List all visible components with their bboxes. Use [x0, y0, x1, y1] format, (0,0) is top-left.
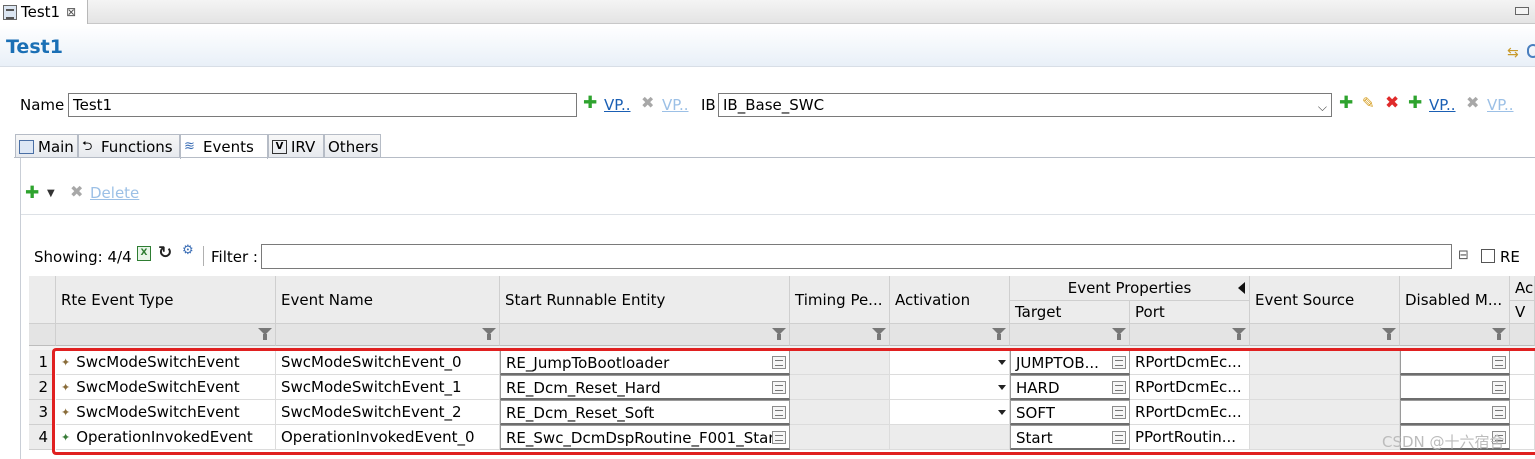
tab-others-label: Others	[328, 137, 379, 156]
sync-icon[interactable]: ⇆	[1507, 45, 1521, 61]
filter-cell-activation[interactable]	[890, 324, 1010, 346]
tab-irv[interactable]: V IRV	[268, 134, 324, 158]
filter-cell-disabled[interactable]	[1400, 324, 1510, 346]
vp-link-4: VP..	[1487, 96, 1514, 114]
col-event-source[interactable]: Event Source	[1250, 276, 1400, 324]
filter-funnel-icon[interactable]	[872, 328, 886, 341]
remove-vp-icon: ✖	[641, 93, 655, 112]
editor-tab-test1[interactable]: Test1 ⊠	[0, 0, 88, 24]
editor-tab-strip	[0, 0, 1535, 24]
ib-label: IB	[701, 96, 716, 114]
filter-funnel-icon[interactable]	[1112, 328, 1126, 341]
ib-select[interactable]: IB_Base_SWC ⌵	[718, 93, 1332, 117]
add-vp-ib-icon[interactable]: ✚	[1408, 93, 1422, 113]
functions-icon: ⮌	[82, 138, 93, 154]
vp-link-3[interactable]: VP..	[1429, 96, 1456, 114]
clear-filter-icon[interactable]: ⊟	[1458, 248, 1474, 264]
chevron-down-icon[interactable]: ⌵	[1318, 98, 1327, 116]
toolbar-separator	[203, 246, 204, 266]
tab-irv-label: IRV	[291, 137, 316, 156]
vp-link-2: VP..	[662, 96, 689, 114]
filter-cell-target[interactable]	[1010, 324, 1130, 346]
col-extra-bottom[interactable]: V	[1510, 301, 1535, 324]
filter-cell-extra	[1510, 324, 1535, 346]
row-number-header	[29, 276, 56, 324]
filter-input[interactable]	[261, 244, 1452, 269]
watermark-text: CSDN @十六宿舍	[1382, 433, 1505, 451]
col-timing[interactable]: Timing Pe...	[790, 276, 890, 324]
col-event-name[interactable]: Event Name	[276, 276, 500, 324]
showing-count: Showing: 4/4	[34, 248, 132, 266]
filter-funnel-icon[interactable]	[1232, 328, 1246, 341]
toolbar-divider	[21, 214, 1535, 215]
settings-icon[interactable]: ⚙	[182, 243, 194, 258]
filter-cell-port[interactable]	[1130, 324, 1250, 346]
edit-pencil-icon[interactable]: ✎	[1362, 94, 1375, 112]
add-dropdown-icon[interactable]: ▼	[47, 188, 55, 199]
tab-events[interactable]: ≋ Events	[180, 134, 268, 159]
re-checkbox[interactable]	[1481, 249, 1495, 263]
ib-select-value: IB_Base_SWC	[723, 96, 825, 114]
col-rte-event-type[interactable]: Rte Event Type	[56, 276, 276, 324]
tab-functions[interactable]: ⮌ Functions	[78, 134, 180, 158]
col-disabled-modes[interactable]: Disabled M...	[1400, 276, 1510, 324]
delete-ib-icon[interactable]: ✖	[1385, 93, 1399, 113]
filter-cell-type[interactable]	[56, 324, 276, 346]
group-event-properties-label: Event Properties	[1067, 279, 1192, 297]
events-icon: ≋	[184, 139, 195, 154]
tab-main-label: Main	[38, 137, 74, 156]
re-label: RE	[1500, 248, 1520, 266]
page-title: Test1	[6, 36, 63, 58]
irv-icon: V	[272, 139, 287, 154]
filter-funnel-icon[interactable]	[482, 328, 496, 341]
col-activation[interactable]: Activation	[890, 276, 1010, 324]
name-input[interactable]: Test1	[68, 93, 577, 117]
filter-funnel-icon[interactable]	[1382, 328, 1396, 341]
editor-tab-title: Test1	[21, 3, 61, 21]
delete-event-icon: ✖	[70, 182, 84, 201]
tab-others[interactable]: Others	[324, 134, 381, 158]
tab-main[interactable]: Main	[15, 134, 78, 158]
filter-cell-rowno	[29, 324, 56, 346]
refresh-icon[interactable]: ↻	[158, 243, 172, 263]
excel-export-icon[interactable]: X	[137, 246, 151, 261]
file-icon	[3, 4, 17, 20]
add-event-icon[interactable]: ✚	[25, 183, 39, 203]
add-ib-icon[interactable]: ✚	[1339, 93, 1353, 113]
tab-functions-label: Functions	[101, 137, 173, 156]
filter-label: Filter :	[211, 248, 258, 266]
tab-events-label: Events	[203, 138, 254, 156]
filter-cell-name[interactable]	[276, 324, 500, 346]
filter-funnel-icon[interactable]	[772, 328, 786, 341]
maximize-icon[interactable]	[1515, 7, 1529, 15]
filter-cell-timing[interactable]	[790, 324, 890, 346]
help-icon[interactable]	[1527, 44, 1535, 58]
close-icon[interactable]: ⊠	[66, 5, 76, 19]
main-icon	[19, 139, 34, 154]
form-header	[0, 25, 1535, 67]
group-event-properties[interactable]: Event Properties	[1010, 276, 1250, 301]
filter-cell-source[interactable]	[1250, 324, 1400, 346]
collapse-group-icon[interactable]	[1238, 282, 1245, 294]
remove-vp-ib-icon: ✖	[1466, 93, 1480, 112]
col-start-runnable[interactable]: Start Runnable Entity	[500, 276, 790, 324]
add-vp-icon[interactable]: ✚	[583, 93, 597, 113]
filter-funnel-icon[interactable]	[258, 328, 272, 341]
col-extra-top[interactable]: Ac	[1510, 276, 1535, 301]
filter-cell-runnable[interactable]	[500, 324, 790, 346]
delete-link: Delete	[90, 184, 140, 202]
filter-funnel-icon[interactable]	[992, 328, 1006, 341]
name-label: Name	[20, 96, 65, 114]
highlight-box	[52, 348, 1535, 455]
vp-link-1[interactable]: VP..	[604, 96, 631, 114]
filter-funnel-icon[interactable]	[1492, 328, 1506, 341]
col-port[interactable]: Port	[1130, 301, 1250, 324]
col-target[interactable]: Target	[1010, 301, 1130, 324]
